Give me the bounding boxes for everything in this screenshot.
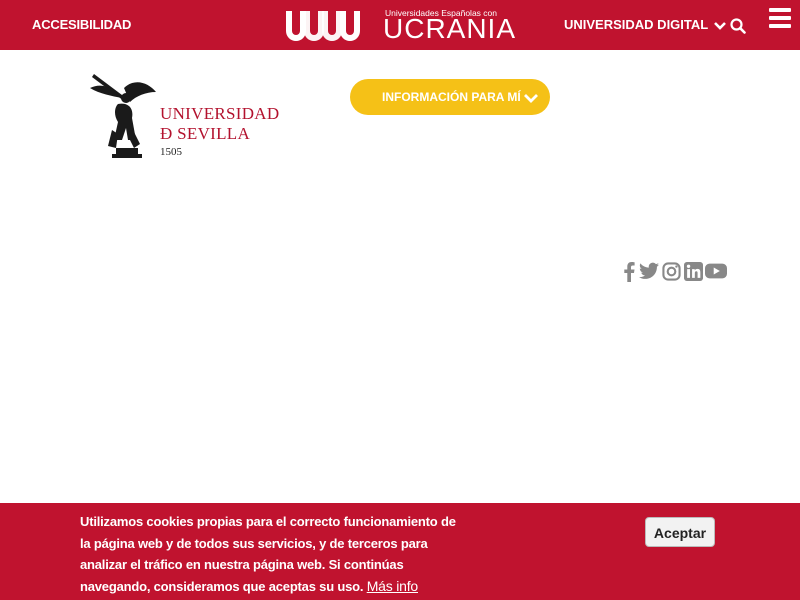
accept-cookies-button[interactable]: Aceptar — [645, 517, 715, 547]
search-icon — [730, 18, 746, 34]
top-bar: ACCESIBILIDAD Universidades Españolas co… — [0, 0, 800, 50]
youtube-icon[interactable] — [705, 262, 727, 280]
main-menu-button[interactable] — [769, 8, 791, 33]
universidad-digital-menu[interactable]: UNIVERSIDAD DIGITAL — [564, 17, 726, 32]
more-info-link[interactable]: Más info — [367, 578, 419, 594]
linkedin-icon[interactable] — [684, 262, 703, 281]
social-links — [622, 262, 732, 284]
cookie-banner: Utilizamos cookies propias para el corre… — [0, 503, 800, 600]
ucrania-logo-link[interactable]: Universidades Españolas con UCRANIA — [285, 8, 515, 43]
accessibility-link[interactable]: ACCESIBILIDAD — [32, 17, 131, 32]
logo-name-line1: UNIVERSIDAD — [160, 104, 280, 123]
ucrania-mark-icon — [286, 11, 360, 41]
logo-year: 1505 — [160, 146, 182, 158]
universidad-digital-label: UNIVERSIDAD DIGITAL — [564, 17, 708, 32]
logo-name-line2: Ð SEVILLA — [160, 124, 251, 143]
search-button[interactable] — [730, 18, 746, 39]
facebook-icon[interactable] — [624, 262, 635, 282]
instagram-icon[interactable] — [662, 262, 681, 281]
hamburger-menu-icon — [769, 8, 791, 28]
cookie-message: Utilizamos cookies propias para el corre… — [80, 511, 460, 597]
info-for-me-label: INFORMACIÓN PARA MÍ — [382, 90, 521, 104]
ucrania-title: UCRANIA — [383, 13, 517, 44]
universidad-sevilla-logo[interactable]: UNIVERSIDAD Ð SEVILLA 1505 — [88, 68, 288, 163]
chevron-down-icon — [524, 94, 538, 103]
chevron-down-icon — [713, 22, 726, 30]
twitter-icon[interactable] — [639, 262, 659, 280]
angel-trumpet-logo-icon — [90, 74, 156, 158]
info-for-me-button[interactable]: INFORMACIÓN PARA MÍ — [350, 79, 550, 115]
